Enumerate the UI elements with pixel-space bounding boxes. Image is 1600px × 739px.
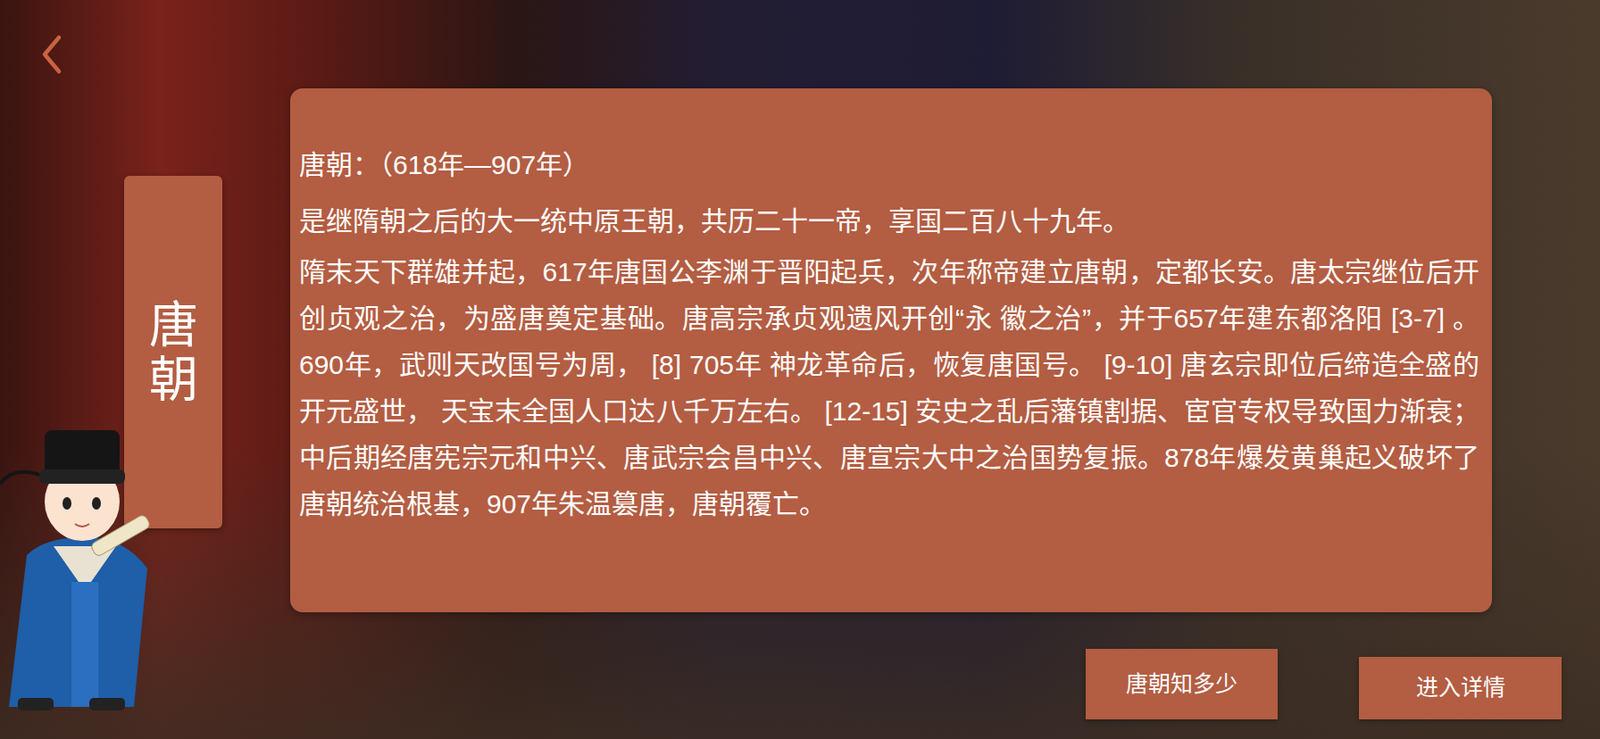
era-tag: 唐朝 (124, 175, 223, 529)
panel-body: 隋末天下群雄并起，617年唐国公李渊于晋阳起兵，次年称帝建立唐朝，定都长安。唐太… (299, 249, 1480, 528)
action-row: 唐朝知多少 进入详情 (0, 612, 1600, 720)
background-photo: 唐朝 唐朝：（618年—907年） 是继隋朝之后的大一统中原王朝，共历二十一帝，… (0, 0, 1600, 739)
quiz-button[interactable]: 唐朝知多少 (1085, 649, 1278, 720)
top-bar (0, 0, 1600, 89)
details-button[interactable]: 进入详情 (1358, 657, 1562, 720)
panel-summary: 是继隋朝之后的大一统中原王朝，共历二十一帝，享国二百八十九年。 (299, 192, 1480, 250)
back-icon[interactable] (39, 33, 65, 75)
panel-title: 唐朝：（618年—907年） (299, 136, 1480, 193)
scholar-figure-icon (0, 412, 166, 717)
era-label: 唐朝 (149, 298, 199, 407)
info-panel: 唐朝：（618年—907年） 是继隋朝之后的大一统中原王朝，共历二十一帝，享国二… (290, 88, 1492, 613)
main-row: 唐朝 唐朝：（618年—907年） 是继隋朝之后的大一统中原王朝，共历二十一帝，… (0, 88, 1600, 613)
left-column: 唐朝 (0, 88, 291, 529)
